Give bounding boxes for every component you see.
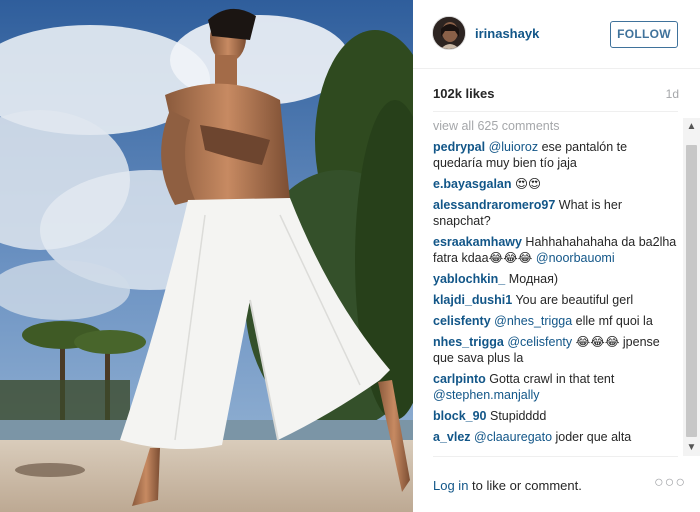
divider: [433, 456, 678, 457]
login-link[interactable]: Log in: [433, 478, 468, 493]
avatar-image: [433, 17, 465, 49]
comment: nhes_trigga @celisfenty 😂😂😂 jpense que s…: [433, 334, 678, 366]
comment-mention[interactable]: @stephen.manjally: [433, 388, 540, 402]
avatar[interactable]: [432, 16, 466, 50]
comment-username[interactable]: nhes_trigga: [433, 335, 504, 349]
comment-username[interactable]: pedrypal: [433, 140, 485, 154]
comment-mention[interactable]: @nhes_trigga: [494, 314, 572, 328]
follow-button[interactable]: FOLLOW: [610, 21, 678, 48]
comment: pedrypal @luioroz ese pantalón te quedar…: [433, 139, 678, 171]
comment-username[interactable]: yablochkin_: [433, 272, 505, 286]
comment: esraakamhawy Hahhahahahaha da ba2lha fat…: [433, 234, 678, 266]
likes-count[interactable]: 102k likes: [433, 86, 494, 101]
comment-mention[interactable]: @celisfenty: [507, 335, 572, 349]
comment-list: pedrypal @luioroz ese pantalón te quedar…: [433, 139, 678, 450]
comment-mention[interactable]: @noorbauomi: [536, 251, 615, 265]
scroll-down-icon[interactable]: ▼: [683, 439, 700, 456]
scroll-thumb[interactable]: [686, 145, 697, 437]
username-link[interactable]: irinashayk: [475, 26, 539, 41]
comment: celisfenty @nhes_trigga elle mf quoi la: [433, 313, 678, 329]
comment-mention[interactable]: @luioroz: [489, 140, 539, 154]
scroll-up-icon[interactable]: ▲: [683, 118, 700, 135]
comment-username[interactable]: esraakamhawy: [433, 235, 522, 249]
comment-text: Модная): [505, 272, 559, 286]
comment-text: You are beautiful gerl: [512, 293, 634, 307]
comment: carlpinto Gotta crawl in that tent @step…: [433, 371, 678, 403]
login-prompt: Log in to like or comment.: [433, 478, 582, 493]
login-prompt-text: to like or comment.: [468, 478, 582, 493]
comments-scrollbar[interactable]: ▲ ▼: [683, 118, 700, 456]
comment-text: 😍😍: [511, 177, 542, 191]
post-photo[interactable]: [0, 0, 413, 512]
comment: yablochkin_ Модная): [433, 271, 678, 287]
post-header: irinashayk FOLLOW: [413, 0, 700, 69]
comment-username[interactable]: carlpinto: [433, 372, 486, 386]
comment-text: Gotta crawl in that tent: [485, 372, 615, 386]
comment: alessandraromero97 What is her snapchat?: [433, 197, 678, 229]
comment: block_90 Stupidddd: [433, 408, 678, 424]
comment-text: elle mf quoi la: [572, 314, 653, 328]
comment: klajdi_dushi1 You are beautiful gerl: [433, 292, 678, 308]
comment-mention[interactable]: @claauregato: [474, 430, 552, 444]
comment: a_vlez @claauregato joder que alta: [433, 429, 678, 445]
post-age: 1d: [665, 87, 679, 101]
view-all-comments-link[interactable]: view all 625 comments: [433, 119, 559, 133]
comment-username[interactable]: a_vlez: [433, 430, 471, 444]
comment-text: joder que alta: [552, 430, 632, 444]
divider: [433, 111, 678, 112]
comment-username[interactable]: celisfenty: [433, 314, 491, 328]
comment-username[interactable]: e.bayasgalan: [433, 177, 512, 191]
post-details-panel: irinashayk FOLLOW 102k likes 1d view all…: [413, 0, 700, 512]
comment-username[interactable]: block_90: [433, 409, 487, 423]
photo-illustration: [0, 0, 413, 512]
comment-username[interactable]: klajdi_dushi1: [433, 293, 512, 307]
comment: e.bayasgalan 😍😍: [433, 176, 678, 192]
comment-username[interactable]: alessandraromero97: [433, 198, 555, 212]
ellipsis-icon[interactable]: ○○○: [654, 474, 686, 492]
comment-text: Stupidddd: [486, 409, 547, 423]
